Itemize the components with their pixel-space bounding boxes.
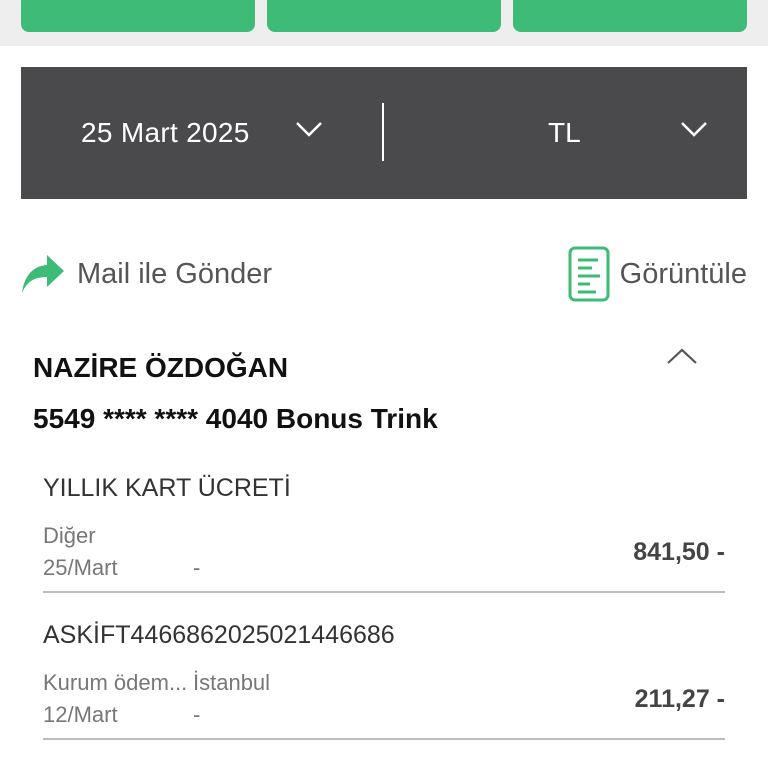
transaction-amount: 841,50 - (633, 538, 725, 566)
filter-bar: 25 Mart 2025 TL (21, 67, 747, 199)
view-label: Görüntüle (619, 257, 747, 290)
transaction-category: Kurum ödem... (43, 670, 188, 695)
card-number: 5549 **** **** 4040 Bonus Trink (33, 403, 438, 434)
top-tab-strip (0, 0, 768, 46)
transaction-date: 25/Mart (43, 555, 118, 580)
chevron-up-icon[interactable] (666, 346, 698, 366)
transaction-installment: - (193, 555, 201, 580)
transaction-date: 12/Mart (43, 702, 118, 727)
currency-value: TL (548, 117, 581, 148)
top-tab-2[interactable] (267, 0, 501, 32)
send-mail-button[interactable]: Mail ile Gönder (21, 250, 272, 298)
transaction-title: ASKİFT4466862025021446686 (43, 621, 395, 649)
filter-divider (382, 103, 384, 161)
transaction-amount: 211,27 - (634, 685, 725, 713)
send-mail-label: Mail ile Gönder (77, 257, 273, 290)
row-divider (43, 738, 725, 740)
row-divider (43, 591, 725, 593)
top-tab-3[interactable] (513, 0, 747, 32)
transaction-city: İstanbul (193, 670, 271, 695)
share-arrow-icon (22, 255, 64, 293)
chevron-down-icon (296, 122, 322, 137)
transaction-category: Diğer (43, 523, 96, 548)
date-value: 25 Mart 2025 (81, 117, 250, 148)
document-icon (568, 246, 610, 302)
card-holder-name: NAZİRE ÖZDOĞAN (33, 352, 289, 383)
chevron-down-icon (681, 122, 707, 137)
transaction-installment: - (193, 702, 201, 727)
view-button[interactable]: Görüntüle (568, 246, 747, 302)
top-tab-1[interactable] (21, 0, 255, 32)
transaction-title: YILLIK KART ÜCRETİ (43, 474, 291, 502)
